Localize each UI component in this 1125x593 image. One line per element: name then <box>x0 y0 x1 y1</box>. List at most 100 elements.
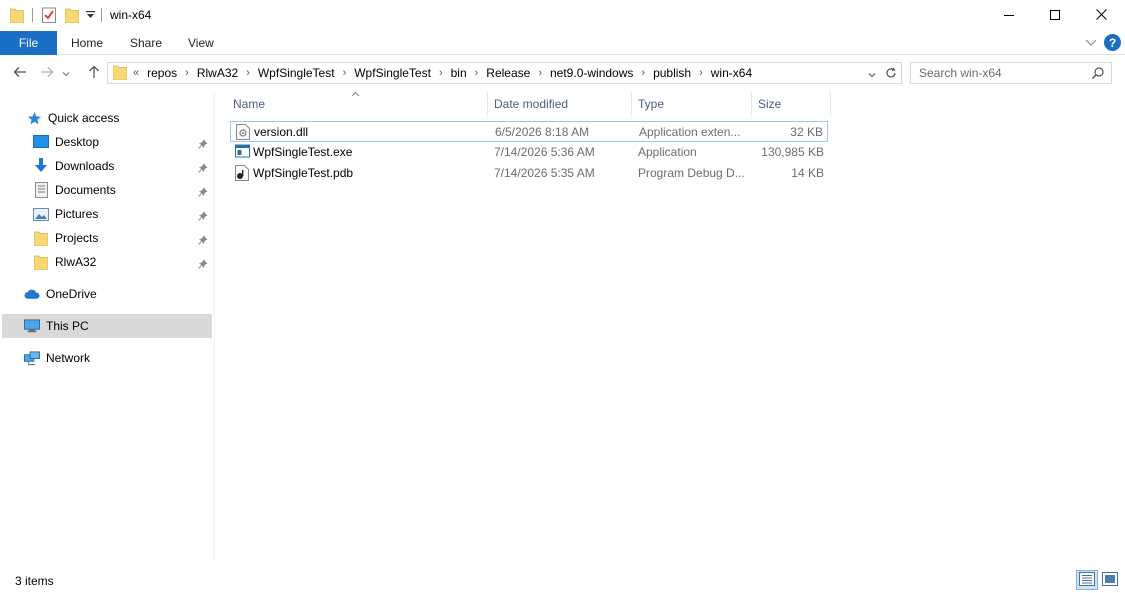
file-type: Application exten... <box>639 125 741 139</box>
column-divider[interactable] <box>751 91 752 116</box>
file-size: 32 KB <box>790 125 823 139</box>
pin-icon[interactable] <box>198 138 208 149</box>
folder-icon <box>33 254 49 270</box>
nav-this-pc[interactable]: This PC <box>24 314 89 338</box>
pane-divider[interactable] <box>214 92 215 562</box>
file-row[interactable]: version.dll 6/5/2026 8:18 AM Application… <box>230 121 828 142</box>
expand-ribbon-icon[interactable] <box>1085 36 1097 50</box>
nav-onedrive[interactable]: OneDrive <box>24 282 97 306</box>
nav-label: Quick access <box>48 111 120 125</box>
refresh-button[interactable] <box>883 66 899 82</box>
search-placeholder: Search win-x64 <box>919 66 1002 80</box>
large-icons-view-button[interactable] <box>1100 570 1120 590</box>
exe-file-icon <box>235 144 250 160</box>
star-icon <box>26 110 42 126</box>
tab-view[interactable]: View <box>188 31 214 55</box>
properties-icon[interactable] <box>42 7 56 26</box>
column-header-size[interactable]: Size <box>758 91 781 116</box>
breadcrumb-chevron-icon[interactable]: › <box>343 67 347 79</box>
nav-label: OneDrive <box>46 287 97 301</box>
forward-button[interactable] <box>37 63 57 83</box>
tab-home[interactable]: Home <box>71 31 103 55</box>
nav-documents[interactable]: Documents <box>33 178 116 202</box>
dll-file-icon <box>236 124 250 140</box>
file-row[interactable]: WpfSingleTest.exe 7/14/2026 5:36 AM Appl… <box>230 142 828 163</box>
breadcrumb-repos[interactable]: repos <box>147 66 177 80</box>
breadcrumb-wpfsingletest[interactable]: WpfSingleTest <box>258 66 335 80</box>
item-count: 3 items <box>15 574 54 588</box>
address-bar[interactable]: « repos › RlwA32 › WpfSingleTest › WpfSi… <box>107 62 902 84</box>
nav-rlwa32[interactable]: RlwA32 <box>33 250 96 274</box>
folder-icon[interactable] <box>9 7 25 26</box>
file-type: Application <box>638 145 697 159</box>
breadcrumb-chevron-icon[interactable]: › <box>185 67 189 79</box>
breadcrumb-chevron-icon[interactable]: › <box>641 67 645 79</box>
pin-icon[interactable] <box>198 234 208 245</box>
window-title: win-x64 <box>110 8 152 22</box>
details-view-icon <box>1079 571 1095 589</box>
nav-network[interactable]: Network <box>24 346 90 370</box>
tab-file[interactable]: File <box>0 31 57 55</box>
sort-ascending-icon <box>351 86 360 100</box>
new-folder-icon[interactable] <box>64 7 80 26</box>
breadcrumb-chevron-icon[interactable]: › <box>439 67 443 79</box>
nav-label: RlwA32 <box>55 255 97 269</box>
recent-locations-button[interactable] <box>60 63 72 83</box>
nav-quick-access[interactable]: Quick access <box>26 106 119 130</box>
chevron-down-icon <box>62 66 70 80</box>
close-button[interactable] <box>1078 0 1124 31</box>
breadcrumb-chevron-icon[interactable]: › <box>538 67 542 79</box>
folder-icon <box>33 230 49 246</box>
breadcrumb-chevron-icon[interactable]: › <box>699 67 703 79</box>
computer-icon <box>24 318 40 334</box>
search-input[interactable]: Search win-x64 <box>910 62 1112 84</box>
column-divider[interactable] <box>631 91 632 116</box>
breadcrumb-wpfsingletest-project[interactable]: WpfSingleTest <box>354 66 431 80</box>
tab-share[interactable]: Share <box>130 31 162 55</box>
pin-icon[interactable] <box>198 258 208 269</box>
breadcrumb-release[interactable]: Release <box>486 66 530 80</box>
details-view-button[interactable] <box>1076 570 1098 590</box>
nav-label: Documents <box>55 183 116 197</box>
breadcrumb-net9-windows[interactable]: net9.0-windows <box>550 66 633 80</box>
breadcrumb-chevron-icon[interactable]: › <box>246 67 250 79</box>
address-history-button[interactable] <box>863 66 879 82</box>
search-icon[interactable] <box>1091 66 1105 83</box>
column-header-name[interactable]: Name <box>233 91 265 116</box>
column-divider[interactable] <box>487 91 488 116</box>
forward-arrow-icon <box>40 66 54 81</box>
nav-downloads[interactable]: Downloads <box>33 154 114 178</box>
breadcrumb-bin[interactable]: bin <box>451 66 467 80</box>
minimize-button[interactable] <box>986 0 1032 31</box>
pictures-icon <box>33 206 49 222</box>
file-size: 14 KB <box>791 166 824 180</box>
up-button[interactable] <box>84 63 104 83</box>
nav-pictures[interactable]: Pictures <box>33 202 98 226</box>
nav-label: Downloads <box>55 159 115 173</box>
breadcrumb-rlwa32[interactable]: RlwA32 <box>197 66 238 80</box>
file-name: version.dll <box>254 125 309 139</box>
back-button[interactable] <box>10 63 30 83</box>
file-row[interactable]: WpfSingleTest.pdb 7/14/2026 5:35 AM Prog… <box>230 163 828 184</box>
breadcrumb-publish[interactable]: publish <box>653 66 691 80</box>
cloud-icon <box>24 286 40 302</box>
downloads-icon <box>33 158 49 174</box>
breadcrumb-chevron-icon[interactable]: › <box>475 67 479 79</box>
breadcrumb-win-x64[interactable]: win-x64 <box>711 66 752 80</box>
customize-toolbar-icon[interactable] <box>86 9 95 23</box>
pin-icon[interactable] <box>198 186 208 197</box>
help-icon[interactable]: ? <box>1104 34 1121 51</box>
maximize-button[interactable] <box>1032 0 1078 31</box>
file-name: WpfSingleTest.exe <box>253 145 353 159</box>
breadcrumb-overflow[interactable]: « <box>133 67 139 79</box>
nav-projects[interactable]: Projects <box>33 226 98 250</box>
column-header-date-modified[interactable]: Date modified <box>494 91 568 116</box>
nav-desktop[interactable]: Desktop <box>33 130 99 154</box>
column-header-type[interactable]: Type <box>638 91 664 116</box>
pdb-file-icon <box>235 165 249 181</box>
pin-icon[interactable] <box>198 162 208 173</box>
pin-icon[interactable] <box>198 210 208 221</box>
toolbar-divider <box>32 8 33 22</box>
file-date-modified: 7/14/2026 5:36 AM <box>494 145 595 159</box>
column-divider[interactable] <box>830 91 831 116</box>
